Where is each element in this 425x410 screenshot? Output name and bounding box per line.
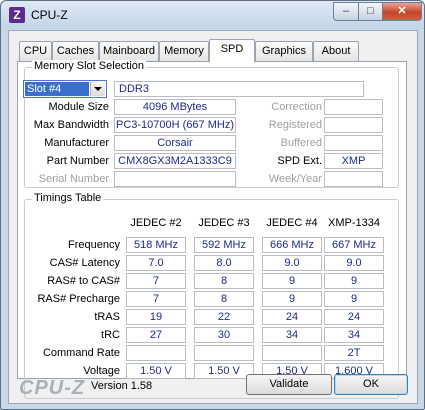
timings-cell: 592 MHz bbox=[194, 237, 254, 253]
timings-column-header: JEDEC #2 bbox=[130, 217, 182, 229]
tab-mainboard[interactable]: Mainboard bbox=[99, 41, 159, 61]
timings-cell: 8.0 bbox=[194, 255, 254, 271]
timings-cell: 667 MHz bbox=[324, 237, 384, 253]
version-text: Version 1.58 bbox=[91, 380, 153, 392]
part-number-label: Part Number bbox=[46, 155, 109, 167]
timings-cell: 34 bbox=[262, 327, 322, 343]
timings-row-label: tRC bbox=[101, 329, 120, 341]
module-size-label: Module Size bbox=[48, 101, 109, 113]
timings-cell: 518 MHz bbox=[126, 237, 186, 253]
tab-caches[interactable]: Caches bbox=[52, 41, 99, 61]
maximize-button[interactable]: □ bbox=[358, 2, 383, 21]
part-number-field: CMX8GX3M2A1333C9 bbox=[114, 153, 236, 169]
tab-memory[interactable]: Memory bbox=[159, 41, 209, 61]
spd-ext-field: XMP bbox=[324, 153, 383, 169]
timings-cell: 9 bbox=[262, 291, 322, 307]
timings-cell: 9 bbox=[324, 273, 384, 289]
chevron-down-icon[interactable] bbox=[90, 82, 105, 96]
correction-field bbox=[324, 99, 383, 115]
timings-cell: 8 bbox=[194, 291, 254, 307]
client-area: CPU Caches Mainboard Memory SPD Graphics… bbox=[8, 30, 418, 404]
cpuz-logo: CPU-Z bbox=[19, 377, 86, 399]
week-year-label: Week/Year bbox=[268, 173, 322, 185]
timings-cell: 9.0 bbox=[262, 255, 322, 271]
timings-cell: 1.50 V bbox=[194, 363, 254, 379]
max-bandwidth-field: PC3-10700H (667 MHz) bbox=[114, 117, 236, 133]
timings-row-label: RAS# Precharge bbox=[37, 293, 120, 305]
spd-ext-label: SPD Ext. bbox=[277, 155, 322, 167]
slot-select[interactable]: Slot #4 bbox=[23, 80, 107, 98]
timings-cell: 34 bbox=[324, 327, 384, 343]
timings-cell bbox=[194, 345, 254, 361]
cpuz-app-icon: Z bbox=[9, 7, 25, 23]
timings-cell: 1.50 V bbox=[126, 363, 186, 379]
timings-cell: 7 bbox=[126, 291, 186, 307]
timings-row-label: Frequency bbox=[68, 239, 120, 251]
manufacturer-label: Manufacturer bbox=[44, 137, 109, 149]
tab-cpu[interactable]: CPU bbox=[19, 41, 52, 61]
timings-row-label: CAS# Latency bbox=[49, 257, 120, 269]
tab-about[interactable]: About bbox=[313, 41, 359, 61]
slot-select-value: Slot #4 bbox=[25, 82, 89, 96]
validate-button[interactable]: Validate bbox=[246, 374, 332, 395]
timings-column-header: XMP-1334 bbox=[328, 217, 380, 229]
timings-cell: 9.0 bbox=[324, 255, 384, 271]
close-button[interactable]: ✕ bbox=[382, 2, 422, 21]
buffered-field bbox=[324, 135, 383, 151]
timings-cell: 9 bbox=[262, 273, 322, 289]
timings-cell: 22 bbox=[194, 309, 254, 325]
correction-label: Correction bbox=[271, 101, 322, 113]
timings-row-label: RAS# to CAS# bbox=[47, 275, 120, 287]
tab-graphics[interactable]: Graphics bbox=[255, 41, 313, 61]
spd-tab-panel: Memory Slot Selection Slot #4 DDR3 Modul… bbox=[17, 60, 407, 399]
serial-number-label: Serial Number bbox=[38, 173, 109, 185]
timings-column-header: JEDEC #4 bbox=[266, 217, 318, 229]
serial-number-field bbox=[114, 171, 236, 187]
timings-column-header: JEDEC #3 bbox=[198, 217, 250, 229]
registered-field bbox=[324, 117, 383, 133]
timings-cell: 7.0 bbox=[126, 255, 186, 271]
max-bandwidth-label: Max Bandwidth bbox=[33, 119, 109, 131]
timings-row-label: Voltage bbox=[83, 365, 120, 377]
module-size-field: 4096 MBytes bbox=[114, 99, 236, 115]
timings-cell: 30 bbox=[194, 327, 254, 343]
timings-cell: 24 bbox=[262, 309, 322, 325]
timings-cell bbox=[262, 345, 322, 361]
tab-spd[interactable]: SPD bbox=[209, 39, 255, 62]
buffered-label: Buffered bbox=[280, 137, 322, 149]
registered-label: Registered bbox=[268, 119, 322, 131]
timings-table-legend: Timings Table bbox=[32, 192, 104, 204]
week-year-field bbox=[324, 171, 383, 187]
timings-cell: 8 bbox=[194, 273, 254, 289]
timings-cell: 666 MHz bbox=[262, 237, 322, 253]
timings-cell: 7 bbox=[126, 273, 186, 289]
timings-cell bbox=[126, 345, 186, 361]
timings-cell: 24 bbox=[324, 309, 384, 325]
timings-row-label: Command Rate bbox=[42, 347, 120, 359]
memory-type-field: DDR3 bbox=[114, 81, 364, 97]
manufacturer-field: Corsair bbox=[114, 135, 236, 151]
title-bar[interactable]: Z CPU-Z – □ ✕ bbox=[1, 1, 424, 29]
ok-button[interactable]: OK bbox=[334, 374, 408, 395]
timings-cell: 2T bbox=[324, 345, 384, 361]
timings-cell: 27 bbox=[126, 327, 186, 343]
cpuz-window: Z CPU-Z – □ ✕ CPU Caches Mainboard Memor… bbox=[0, 0, 425, 410]
memory-slot-legend: Memory Slot Selection bbox=[32, 60, 147, 72]
timings-cell: 19 bbox=[126, 309, 186, 325]
minimize-button[interactable]: – bbox=[333, 2, 359, 21]
timings-cell: 9 bbox=[324, 291, 384, 307]
window-title: CPU-Z bbox=[31, 8, 68, 22]
timings-row-label: tRAS bbox=[94, 311, 120, 323]
